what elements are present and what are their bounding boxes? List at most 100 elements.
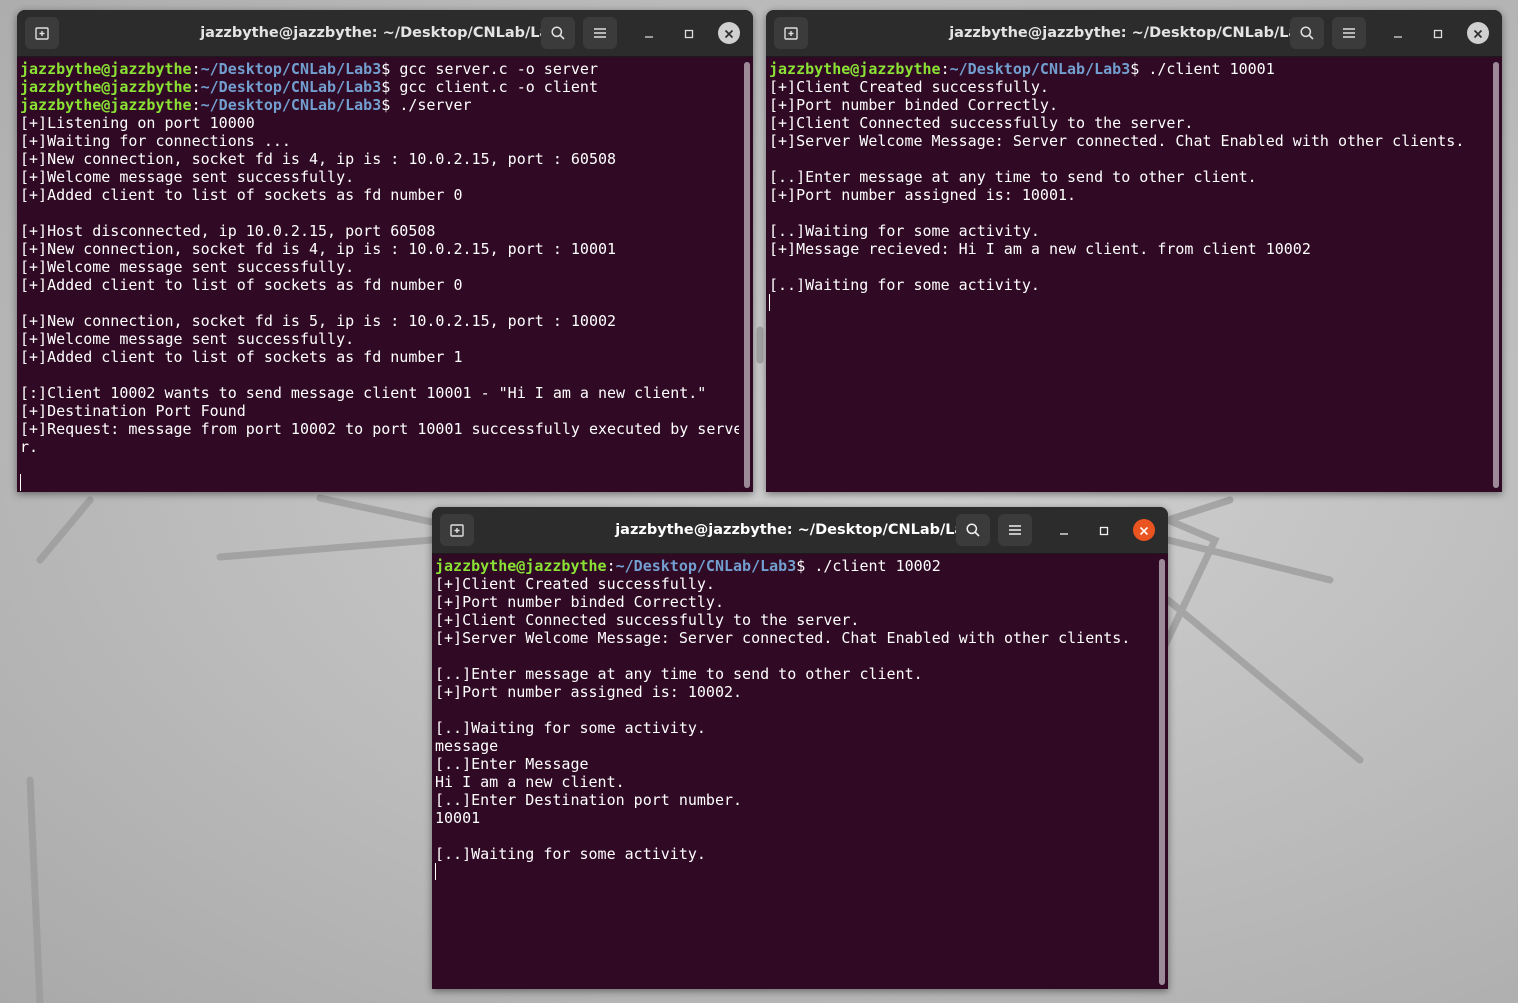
output-line: [+]Host disconnected, ip 10.0.2.15, port… bbox=[20, 222, 739, 240]
close-button[interactable] bbox=[1133, 519, 1155, 541]
menu-button[interactable] bbox=[583, 17, 617, 49]
output-line: [+]Server Welcome Message: Server connec… bbox=[769, 132, 1488, 150]
minimize-button[interactable] bbox=[1387, 22, 1409, 44]
close-button[interactable] bbox=[718, 22, 740, 44]
output-text: [+]Waiting for connections ... bbox=[20, 132, 291, 150]
text-cursor bbox=[435, 863, 436, 880]
output-text: message bbox=[435, 737, 499, 755]
prompt-line: jazzbythe@jazzbythe:~/Desktop/CNLab/Lab3… bbox=[20, 78, 739, 96]
hamburger-menu-icon bbox=[1008, 524, 1022, 536]
prompt-separator: : bbox=[606, 557, 616, 575]
terminal-output[interactable]: jazzbythe@jazzbythe:~/Desktop/CNLab/Lab3… bbox=[769, 60, 1488, 492]
menu-button[interactable] bbox=[998, 514, 1032, 546]
output-text: [+]Client Connected successfully to the … bbox=[435, 611, 860, 629]
terminal-window-server[interactable]: jazzbythe@jazzbythe: ~/Desktop/CNLab/Lab… bbox=[17, 10, 753, 492]
output-text: [+]Message recieved: Hi I am a new clien… bbox=[769, 240, 1311, 258]
scrollbar-thumb[interactable] bbox=[744, 62, 750, 488]
cursor-line bbox=[20, 474, 739, 492]
prompt-user-host: jazzbythe@jazzbythe bbox=[769, 60, 941, 78]
minimize-button[interactable] bbox=[1053, 519, 1075, 541]
minimize-icon bbox=[1393, 24, 1403, 43]
prompt-path: ~/Desktop/CNLab/Lab3 bbox=[200, 78, 382, 96]
scrollbar[interactable] bbox=[744, 62, 750, 488]
search-button[interactable] bbox=[1290, 17, 1324, 49]
output-text: [+]Client Created successfully. bbox=[769, 78, 1049, 96]
output-line: [+]Listening on port 10000 bbox=[20, 114, 739, 132]
terminal-output[interactable]: jazzbythe@jazzbythe:~/Desktop/CNLab/Lab3… bbox=[20, 60, 739, 492]
output-line: [+]Client Created successfully. bbox=[769, 78, 1488, 96]
output-line: [+]Server Welcome Message: Server connec… bbox=[435, 629, 1154, 647]
terminal-output[interactable]: jazzbythe@jazzbythe:~/Desktop/CNLab/Lab3… bbox=[435, 557, 1154, 989]
maximize-icon bbox=[1099, 521, 1109, 540]
output-line: [..]Waiting for some activity. bbox=[435, 719, 1154, 737]
output-text: [..]Enter message at any time to send to… bbox=[435, 665, 923, 683]
output-text: [+]Destination Port Found bbox=[20, 402, 246, 420]
output-line: [..]Waiting for some activity. bbox=[769, 222, 1488, 240]
search-button[interactable] bbox=[956, 514, 990, 546]
close-icon bbox=[1139, 521, 1149, 540]
scrollbar[interactable] bbox=[1493, 62, 1499, 488]
prompt-path: ~/Desktop/CNLab/Lab3 bbox=[615, 557, 797, 575]
terminal-window-client-10001[interactable]: jazzbythe@jazzbythe: ~/Desktop/CNLab/Lab… bbox=[766, 10, 1502, 492]
output-text: [:]Client 10002 wants to send message cl… bbox=[20, 384, 707, 402]
prompt-symbol: $ bbox=[796, 557, 815, 575]
scrollbar-thumb[interactable] bbox=[1493, 62, 1499, 488]
output-text: [+]Port number assigned is: 10002. bbox=[435, 683, 743, 701]
close-button[interactable] bbox=[1467, 22, 1489, 44]
new-tab-button[interactable] bbox=[774, 17, 808, 49]
output-line: [+]Added client to list of sockets as fd… bbox=[20, 276, 739, 294]
close-icon bbox=[724, 24, 734, 43]
output-text: [+]Client Created successfully. bbox=[435, 575, 715, 593]
prompt-line: jazzbythe@jazzbythe:~/Desktop/CNLab/Lab3… bbox=[435, 557, 1154, 575]
cursor-line bbox=[435, 863, 1154, 881]
close-icon bbox=[1473, 24, 1483, 43]
output-line: 10001 bbox=[435, 809, 1154, 827]
command-text: gcc server.c -o server bbox=[399, 60, 598, 78]
output-text: [+]New connection, socket fd is 5, ip is… bbox=[20, 312, 617, 330]
menu-button[interactable] bbox=[1332, 17, 1366, 49]
output-text: [+]Added client to list of sockets as fd… bbox=[20, 348, 463, 366]
prompt-line: jazzbythe@jazzbythe:~/Desktop/CNLab/Lab3… bbox=[769, 60, 1488, 78]
output-text: [..]Enter message at any time to send to… bbox=[769, 168, 1257, 186]
output-text: [..]Waiting for some activity. bbox=[769, 222, 1040, 240]
titlebar[interactable]: jazzbythe@jazzbythe: ~/Desktop/CNLab/Lab… bbox=[17, 10, 753, 57]
titlebar[interactable]: jazzbythe@jazzbythe: ~/Desktop/CNLab/Lab… bbox=[766, 10, 1502, 57]
prompt-separator: : bbox=[191, 78, 201, 96]
output-line: [+]Client Created successfully. bbox=[435, 575, 1154, 593]
maximize-button[interactable] bbox=[678, 22, 700, 44]
minimize-icon bbox=[1059, 521, 1069, 540]
output-text: [+]Port number assigned is: 10001. bbox=[769, 186, 1077, 204]
output-text: [+]Welcome message sent successfully. bbox=[20, 258, 355, 276]
maximize-button[interactable] bbox=[1427, 22, 1449, 44]
scrollbar[interactable] bbox=[1159, 559, 1165, 985]
new-tab-button[interactable] bbox=[440, 514, 474, 546]
titlebar[interactable]: jazzbythe@jazzbythe: ~/Desktop/CNLab/Lab… bbox=[432, 507, 1168, 554]
prompt-symbol: $ bbox=[381, 96, 400, 114]
output-line: [:]Client 10002 wants to send message cl… bbox=[20, 384, 739, 402]
search-button[interactable] bbox=[541, 17, 575, 49]
maximize-button[interactable] bbox=[1093, 519, 1115, 541]
prompt-user-host: jazzbythe@jazzbythe bbox=[20, 60, 192, 78]
output-text: [..]Waiting for some activity. bbox=[769, 276, 1040, 294]
new-tab-icon bbox=[783, 25, 799, 41]
output-line: [+]Port number binded Correctly. bbox=[769, 96, 1488, 114]
output-line: [..]Enter message at any time to send to… bbox=[769, 168, 1488, 186]
prompt-line: jazzbythe@jazzbythe:~/Desktop/CNLab/Lab3… bbox=[20, 60, 739, 78]
terminal-window-client-10002[interactable]: jazzbythe@jazzbythe: ~/Desktop/CNLab/Lab… bbox=[432, 507, 1168, 989]
prompt-user-host: jazzbythe@jazzbythe bbox=[435, 557, 607, 575]
output-line: [..]Waiting for some activity. bbox=[435, 845, 1154, 863]
scrollbar-thumb[interactable] bbox=[1159, 559, 1165, 985]
output-text: [+]Request: message from port 10002 to p… bbox=[20, 420, 739, 438]
output-line: [..]Enter Destination port number. bbox=[435, 791, 1154, 809]
search-icon bbox=[550, 25, 566, 41]
output-text: [+]Client Connected successfully to the … bbox=[769, 114, 1194, 132]
maximize-icon bbox=[684, 24, 694, 43]
output-line: message bbox=[435, 737, 1154, 755]
minimize-button[interactable] bbox=[638, 22, 660, 44]
new-tab-button[interactable] bbox=[25, 17, 59, 49]
output-text: [+]Added client to list of sockets as fd… bbox=[20, 276, 463, 294]
